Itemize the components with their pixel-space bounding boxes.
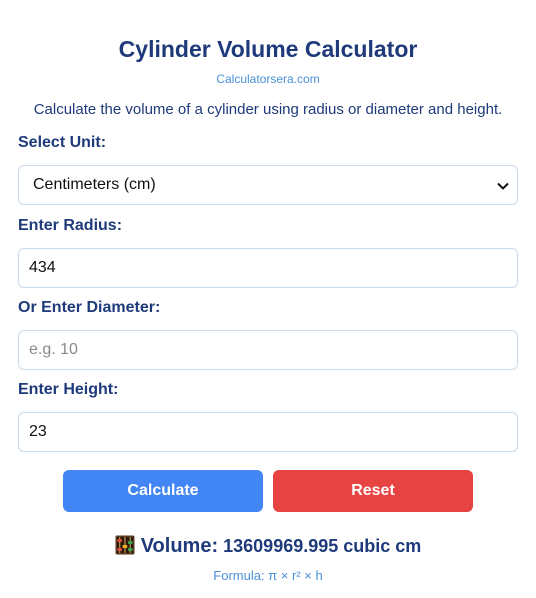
volume-label: Volume: bbox=[140, 535, 219, 557]
description: Calculate the volume of a cylinder using… bbox=[33, 101, 503, 118]
formula-text: Formula: π × r² × h bbox=[213, 568, 323, 583]
height-label: Enter Height: bbox=[18, 381, 119, 398]
unit-select[interactable]: Centimeters (cm) bbox=[18, 165, 518, 205]
site-link[interactable]: Calculatorsera.com bbox=[0, 72, 536, 86]
reset-button[interactable]: Reset bbox=[273, 470, 473, 512]
diameter-label: Or Enter Diameter: bbox=[18, 299, 161, 316]
page-title: Cylinder Volume Calculator bbox=[118, 36, 418, 62]
radius-label: Enter Radius: bbox=[18, 217, 123, 234]
unit-label: Select Unit: bbox=[18, 134, 107, 151]
volume-result: Volume: 13609969.995 cubic cm bbox=[0, 535, 536, 560]
chevron-down-icon bbox=[497, 179, 509, 192]
radius-input[interactable] bbox=[18, 248, 518, 288]
height-input[interactable] bbox=[18, 412, 518, 452]
volume-value: 13609969.995 cubic cm bbox=[223, 536, 422, 556]
diameter-input[interactable] bbox=[18, 330, 518, 370]
unit-select-value: Centimeters (cm) bbox=[33, 176, 156, 193]
calculate-button[interactable]: Calculate bbox=[63, 470, 263, 512]
abacus-icon bbox=[115, 535, 135, 560]
